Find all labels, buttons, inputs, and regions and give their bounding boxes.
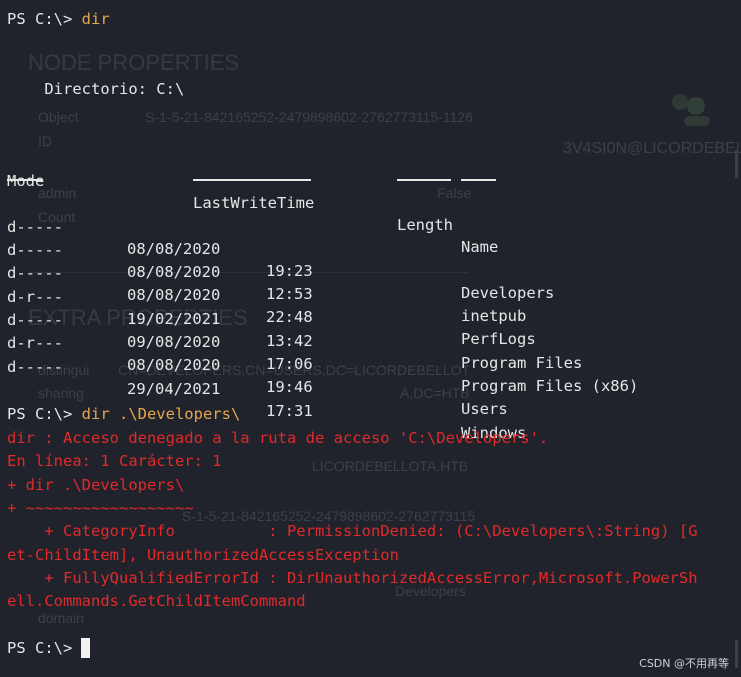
dir-entry-row: d----- 08/08/2020 22:48 PerfLogs [7,240,737,348]
dir-entry-row: d----- 09/08/2020 17:06 Program Files (x… [7,287,737,395]
dir-entry-row: d----- 08/08/2020 19:23 Developers [7,194,737,302]
entry-name: Program Files (x86) [461,377,639,395]
powershell-terminal[interactable]: PS C:\> dir Directorio: C:\ Mode LastWri… [0,0,741,677]
length-underline [397,179,451,181]
command-1: dir [81,10,110,28]
error-line: + FullyQualifiedErrorId : DirUnauthorize… [7,569,698,587]
text-cursor[interactable] [81,638,90,658]
entry-name: Users [461,400,508,418]
prompt: PS C:\> [7,639,82,657]
dir-entry-row: d-r--- 08/08/2020 19:46 Users [7,310,737,418]
dir-entry-row: d----- 29/04/2021 17:31 Windows [7,334,737,442]
mode-underline [7,179,42,181]
error-line: ell.Commands.GetChildItemCommand [7,592,306,610]
scrollbar-thumb-lower[interactable] [735,640,738,668]
csdn-watermark: CSDN @不用再等 [639,657,729,670]
entry-date: 29/04/2021 [127,380,221,398]
entry-time: 19:46 [266,378,313,396]
name-underline [461,179,496,181]
column-header-row: Mode LastWriteTime Length Name [7,148,737,256]
error-line: En línea: 1 Carácter: 1 [7,452,222,470]
lastwritetime-underline [193,179,311,181]
dir-entry-row: d----- 08/08/2020 12:53 inetpub [7,217,737,325]
prompt: PS C:\> [7,405,82,423]
error-line: + CategoryInfo : PermissionDenied: (C:\D… [7,522,698,540]
scrollbar-thumb[interactable] [735,150,738,178]
prompt-line-3: PS C:\> [7,637,82,659]
command-2: dir .\Developers\ [81,405,241,423]
error-line: dir : Acceso denegado a la ruta de acces… [7,429,549,447]
dir-entry-row: d-r--- 19/02/2021 13:42 Program Files [7,264,737,372]
entry-time: 17:06 [266,355,313,373]
error-line: + ~~~~~~~~~~~~~~~~~~ [7,499,194,517]
entry-mode: d----- [7,358,63,376]
entry-date: 08/08/2020 [127,356,221,374]
prompt-line-1: PS C:\> dir [7,8,110,30]
directory-header: Directorio: C:\ [7,80,185,98]
prompt: PS C:\> [7,10,82,28]
entry-time: 17:31 [266,402,313,420]
error-line: et-ChildItem], UnauthorizedAccessExcepti… [7,546,399,564]
prompt-line-2: PS C:\> dir .\Developers\ [7,403,240,425]
error-line: + dir .\Developers\ [7,476,185,494]
column-mode: Mode [7,172,45,190]
